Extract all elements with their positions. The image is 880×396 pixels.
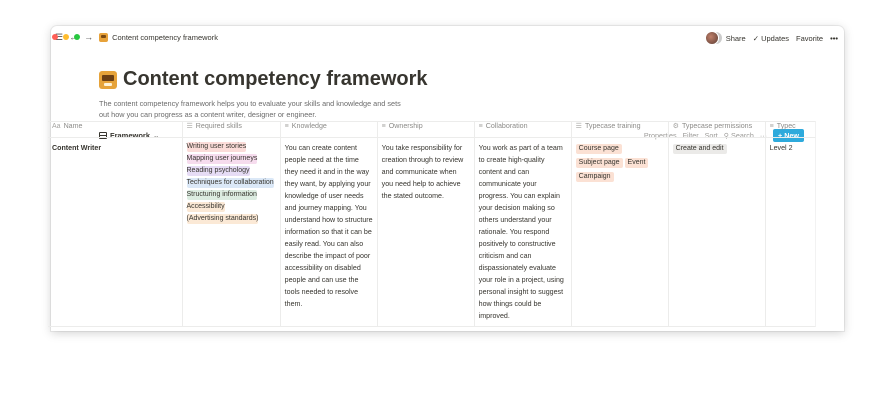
multi-select-icon: ☰ bbox=[575, 123, 582, 130]
tag-campaign: Campaign bbox=[575, 172, 614, 182]
close-window-button[interactable] bbox=[52, 34, 58, 40]
column-header-label: Required skills bbox=[195, 122, 242, 131]
tag-course-page: Course page bbox=[575, 144, 622, 154]
tag-create-and-edit: Create and edit bbox=[672, 144, 727, 154]
column-header-label: Collaboration bbox=[485, 122, 528, 131]
text-property-icon: ≡ bbox=[381, 123, 386, 130]
cell-knowledge[interactable]: You can create content people need at th… bbox=[279, 137, 378, 327]
page-description[interactable]: The content competency framework helps y… bbox=[99, 98, 409, 120]
cell-required-skills[interactable]: Writing user stories Mapping user journe… bbox=[181, 137, 281, 327]
page-title[interactable]: Content competency framework bbox=[123, 68, 428, 91]
column-header-typecase-permissions[interactable]: ⚙ Typecase permissions bbox=[667, 121, 766, 138]
text-property-icon: ≡ bbox=[769, 123, 774, 130]
database-table: Aa Name ☰ Required skills ≡ Knowledge ≡ Owne… bbox=[48, 121, 816, 327]
multi-select-icon: ☰ bbox=[186, 123, 193, 130]
cell-name[interactable]: Content Writer bbox=[48, 137, 183, 327]
column-header-label: Typec bbox=[776, 122, 796, 131]
column-header-label: Knowledge bbox=[291, 122, 327, 131]
page-emoji-icon bbox=[99, 32, 109, 42]
tag-reading-psychology: Reading psychology bbox=[186, 166, 250, 176]
cell-typecase-training[interactable]: Course page Subject page Event Campaign bbox=[570, 137, 669, 327]
tag-mapping-user-journeys: Mapping user journeys bbox=[186, 154, 258, 164]
column-header-ownership[interactable]: ≡ Ownership bbox=[376, 121, 475, 138]
tag-techniques-for-collaboration: Techniques for collaboration bbox=[186, 178, 274, 188]
check-icon: ✓ bbox=[752, 33, 762, 43]
column-header-collaboration[interactable]: ≡ Collaboration bbox=[473, 121, 572, 138]
avatar[interactable] bbox=[704, 31, 719, 45]
column-header-name[interactable]: Aa Name bbox=[48, 121, 183, 138]
favorite-button[interactable]: Favorite bbox=[796, 34, 823, 43]
topbar: ☰ ← → Content competency framework Share… bbox=[51, 26, 844, 48]
tag-event: Event bbox=[624, 158, 649, 168]
cell-typecase-permissions[interactable]: Create and edit bbox=[667, 137, 766, 327]
page-title-emoji-icon[interactable] bbox=[99, 70, 117, 89]
column-header-required-skills[interactable]: ☰ Required skills bbox=[181, 121, 281, 138]
gear-icon: ⚙ bbox=[672, 123, 679, 130]
forward-arrow-icon[interactable]: → bbox=[84, 32, 93, 42]
tag-advertising-standards: (Advertising standards) bbox=[186, 214, 259, 224]
window-controls bbox=[52, 34, 80, 40]
share-button[interactable]: Share bbox=[726, 34, 746, 43]
page-header: Content competency framework bbox=[99, 68, 428, 91]
text-property-icon: ≡ bbox=[478, 123, 483, 130]
column-header-label: Name bbox=[63, 122, 83, 131]
column-header-typecase-training[interactable]: ☰ Typecase training bbox=[570, 121, 669, 138]
column-header-label: Ownership bbox=[388, 122, 423, 131]
cell-typec[interactable]: Level 2 bbox=[764, 137, 816, 327]
updates-button[interactable]: ✓ Updates bbox=[753, 34, 789, 43]
cell-ownership[interactable]: You take responsibility for creation thr… bbox=[376, 137, 475, 327]
table-header-row: Aa Name ☰ Required skills ≡ Knowledge ≡ Owne… bbox=[48, 121, 816, 138]
topbar-right: Share ✓ Updates Favorite ••• bbox=[704, 31, 838, 45]
column-header-knowledge[interactable]: ≡ Knowledge bbox=[279, 121, 378, 138]
updates-label: Updates bbox=[761, 33, 790, 43]
table-row[interactable]: Content Writer Writing user stories Mapp… bbox=[48, 137, 816, 327]
tag-subject-page: Subject page bbox=[575, 158, 623, 168]
column-header-label: Typecase training bbox=[584, 122, 641, 131]
cell-collaboration[interactable]: You work as part of a team to create hig… bbox=[473, 137, 572, 327]
tag-writing-user-stories: Writing user stories bbox=[186, 142, 247, 152]
tag-structuring-information: Structuring information bbox=[186, 190, 257, 200]
tag-accessibility: Accessibility bbox=[186, 202, 225, 212]
minimize-window-button[interactable] bbox=[63, 34, 69, 40]
more-options-icon[interactable]: ••• bbox=[830, 34, 838, 43]
column-header-label: Typecase permissions bbox=[681, 122, 753, 131]
text-property-icon: ≡ bbox=[284, 123, 289, 130]
title-property-icon: Aa bbox=[52, 123, 61, 130]
column-header-typec[interactable]: ≡ Typec bbox=[764, 121, 816, 138]
breadcrumb[interactable]: Content competency framework bbox=[99, 32, 218, 42]
breadcrumb-label: Content competency framework bbox=[112, 32, 218, 42]
maximize-window-button[interactable] bbox=[74, 34, 80, 40]
